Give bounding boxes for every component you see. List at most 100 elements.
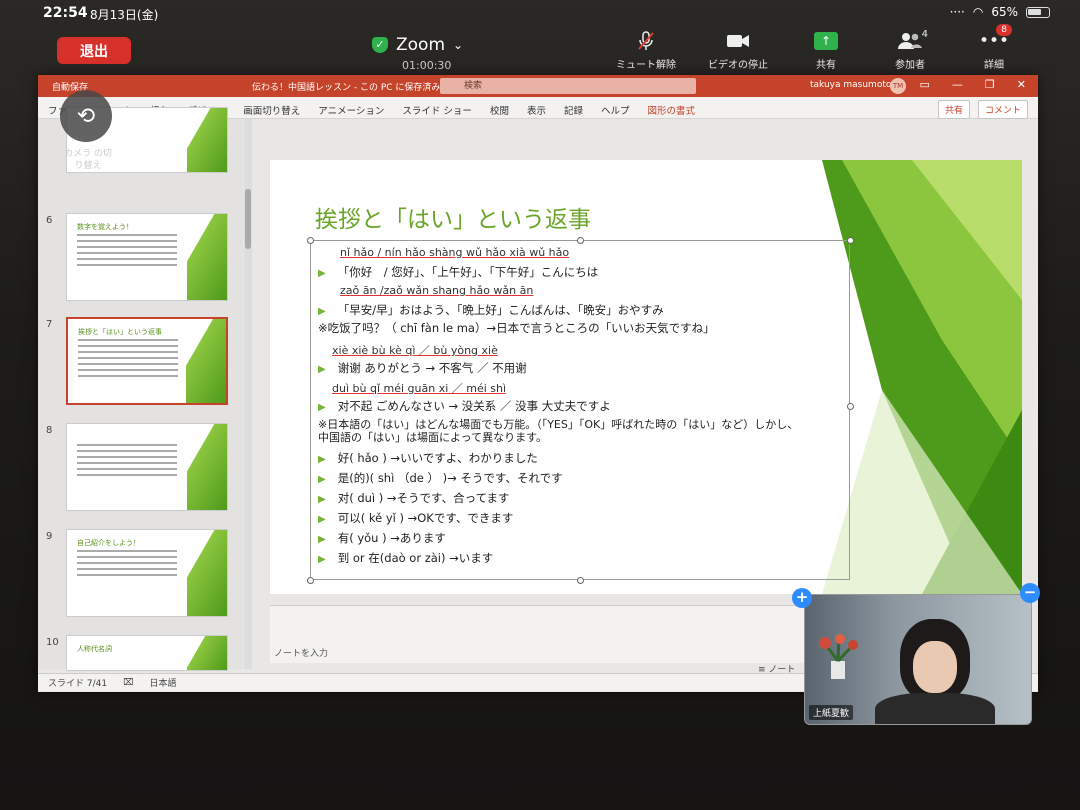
pinyin-line: xiè xiè bù kè qì ／ bù yòng xiè <box>332 344 498 357</box>
slide-title: 挨拶と「はい」という返事 <box>315 207 591 233</box>
tab-shape-format[interactable]: 図形の書式 <box>648 103 696 117</box>
resize-handle[interactable] <box>847 403 854 410</box>
slide-green-decoration <box>822 160 1022 594</box>
share-screen-button[interactable]: ↑ 共有 <box>800 30 852 71</box>
ppt-titlebar: 自動保存 伝わる！中国語レッスン - この PC に保存済み 検索 takuya… <box>38 75 1038 97</box>
share-label: 共有 <box>816 60 836 71</box>
slide-thumb-9[interactable]: 自己紹介をしよう！ <box>66 529 228 617</box>
document-title: 伝わる！中国語レッスン - この PC に保存済み <box>252 83 441 93</box>
participants-icon <box>898 30 922 52</box>
tab-review[interactable]: 校閲 <box>490 103 509 117</box>
scroll-thumb[interactable] <box>245 189 251 249</box>
slide-thumb-6[interactable]: 数字を覚えよう！ <box>66 213 228 301</box>
video-camera-icon <box>726 30 750 52</box>
tab-help[interactable]: ヘルプ <box>601 103 630 117</box>
line-text: 谢谢 ありがとう → 不客气 ／ 不用谢 <box>337 361 527 375</box>
line-text: 到 or 在(daò or zài) →います <box>337 551 494 565</box>
resize-handle[interactable] <box>307 237 314 244</box>
expand-video-button[interactable]: + <box>792 588 812 608</box>
slide-number: 10 <box>46 637 59 648</box>
bullet-line: ▶ 有( yǒu ) →あります <box>318 530 446 546</box>
close-icon[interactable]: ✕ <box>1017 78 1026 91</box>
line-text: 「你好 / 您好」、「上午好」、「下午好」こんにちは <box>337 265 599 279</box>
thumb-title: 挨拶と「はい」という返事 <box>78 328 162 336</box>
unmute-label: ミュート解除 <box>616 60 676 71</box>
thumb-decoration <box>187 214 227 300</box>
tab-record[interactable]: 記録 <box>564 103 583 117</box>
slide-number: 9 <box>46 531 53 542</box>
plus-icon: + <box>795 588 809 606</box>
stop-video-label: ビデオの停止 <box>708 60 768 71</box>
window-controls: ▭ — ❐ ✕ <box>920 78 1027 91</box>
slide-thumb-10[interactable]: 人称代名詞 <box>66 635 228 671</box>
zoom-controls: ミュート解除 ビデオの停止 ↑ 共有 4 参加者 ••• 8 詳細 <box>616 24 1020 71</box>
slide-canvas[interactable]: 挨拶と「はい」という返事 nǐ hǎo / nín hǎo shàng wǔ h… <box>270 160 1022 594</box>
leave-meeting-button[interactable]: 退出 <box>57 37 131 64</box>
bullet-icon: ▶ <box>318 534 326 545</box>
tab-slideshow[interactable]: スライド ショー <box>402 103 472 117</box>
participant-name-label: 上紙夏歓 <box>809 705 854 720</box>
bullet-line: ▶ 对( duì ) →そうです、合ってます <box>318 490 510 506</box>
thumb-decoration <box>187 636 227 670</box>
pinyin-line: zaǒ ān /zaǒ wǎn shang hǎo wǎn ān <box>340 284 534 297</box>
thumb-title: 自己紹介をしよう！ <box>77 539 140 547</box>
bullet-icon: ▶ <box>318 514 326 525</box>
slide-number: 6 <box>46 215 53 226</box>
resize-handle[interactable] <box>577 237 584 244</box>
accessibility-icon[interactable]: ⌧ <box>123 678 133 688</box>
participants-button[interactable]: 4 参加者 <box>884 29 936 71</box>
slide-number: 7 <box>46 319 53 330</box>
ribbon-display-icon[interactable]: ▭ <box>920 78 930 91</box>
battery-percent: 65% <box>991 5 1018 19</box>
share-screen-icon: ↑ <box>814 30 838 52</box>
wifi-icon: ◠ <box>972 5 984 19</box>
tab-animations[interactable]: アニメーション <box>318 103 384 117</box>
thumb-title: 人称代名詞 <box>77 645 112 653</box>
bullet-icon: ▶ <box>318 474 326 485</box>
signal-icon: ···· <box>949 5 965 19</box>
bullet-line: ▶ 「你好 / 您好」、「上午好」、「下午好」こんにちは <box>318 264 598 280</box>
share-doc-button[interactable]: 共有 <box>937 100 970 119</box>
tab-transitions[interactable]: 画面切り替え <box>243 103 300 117</box>
bullet-icon: ▶ <box>318 554 326 565</box>
stop-video-button[interactable]: ビデオの停止 <box>708 30 768 71</box>
thumbnails-scrollbar[interactable] <box>244 119 252 669</box>
participant-body <box>875 693 995 724</box>
user-avatar[interactable]: TM <box>890 78 906 94</box>
more-button[interactable]: ••• 8 詳細 <box>968 24 1020 71</box>
participant-face <box>913 641 957 693</box>
unmute-button[interactable]: ミュート解除 <box>616 30 676 71</box>
slide-thumb-7-selected[interactable]: 挨拶と「はい」という返事 <box>66 317 228 405</box>
thumb-decoration <box>187 108 227 172</box>
minimize-video-button[interactable]: − <box>1020 583 1040 603</box>
meeting-title[interactable]: ✓ Zoom ⌄ <box>372 35 463 55</box>
camera-switch-button[interactable]: ⟲ <box>60 90 112 142</box>
bullet-line: ▶ 是(的)( shì （de ） )→ そうです、それです <box>318 470 563 486</box>
resize-handle[interactable] <box>307 577 314 584</box>
line-text: 可以( kě yǐ ) →OKです、できます <box>337 511 514 525</box>
pinyin-line: nǐ hǎo / nín hǎo shàng wǔ hǎo xià wǔ hǎo <box>340 246 570 259</box>
chevron-down-icon: ⌄ <box>453 38 464 52</box>
ppt-search-box[interactable]: 検索 <box>440 78 696 94</box>
minimize-icon[interactable]: — <box>952 78 963 91</box>
slide-thumb-8[interactable] <box>66 423 228 511</box>
bullet-line: ▶ 谢谢 ありがとう → 不客气 ／ 不用谢 <box>318 360 527 376</box>
participant-video-tile[interactable]: 上紙夏歓 <box>804 594 1032 725</box>
comment-button[interactable]: コメント <box>977 100 1028 119</box>
participants-label: 参加者 <box>895 60 925 71</box>
language-indicator[interactable]: 日本語 <box>149 676 176 689</box>
security-shield-icon: ✓ <box>372 37 388 53</box>
maximize-icon[interactable]: ❐ <box>985 78 995 91</box>
thumb-text-lines <box>77 444 177 480</box>
status-right: ···· ◠ 65% <box>950 5 1050 19</box>
date: 8月13日(金) <box>90 8 159 22</box>
camera-switch-label: カメラ の切り替え <box>64 149 112 171</box>
search-placeholder: 検索 <box>464 81 483 91</box>
note-line: ※吃饭了吗？（ chī fàn le ma）→日本で言うところの「いいお天気です… <box>318 321 715 335</box>
meeting-title-label: Zoom <box>396 35 446 55</box>
resize-handle[interactable] <box>577 577 584 584</box>
notification-badge: 8 <box>996 24 1012 36</box>
resize-handle[interactable] <box>847 237 854 244</box>
tab-view[interactable]: 表示 <box>527 103 546 117</box>
bullet-line: ▶ 好( hǎo ) →いいですよ、わかりました <box>318 450 538 466</box>
